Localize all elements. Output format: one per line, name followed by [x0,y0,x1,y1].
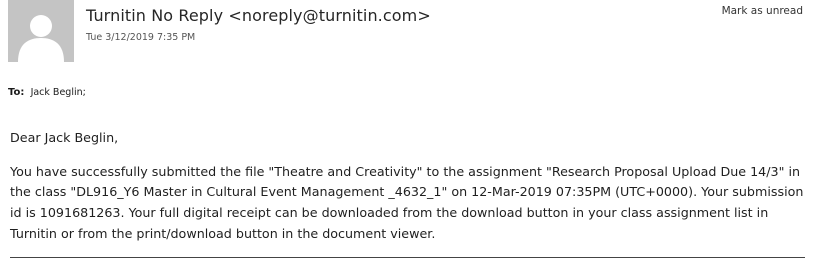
sender-avatar [8,0,74,62]
to-label: To: [8,87,25,98]
divider [10,257,805,258]
email-greeting: Dear Jack Beglin, [10,130,119,145]
recipients-line: To: Jack Beglin; [8,87,86,98]
email-message: You have successfully submitted the file… [10,163,804,241]
email-body: Dear Jack Beglin, You have successfully … [10,128,805,245]
person-silhouette-icon [18,15,64,62]
sender-name: Turnitin No Reply <noreply@turnitin.com> [86,6,431,25]
mark-as-unread-button[interactable]: Mark as unread [722,5,803,17]
recipient-name[interactable]: Jack Beglin; [31,87,86,98]
sent-datetime: Tue 3/12/2019 7:35 PM [86,32,196,43]
